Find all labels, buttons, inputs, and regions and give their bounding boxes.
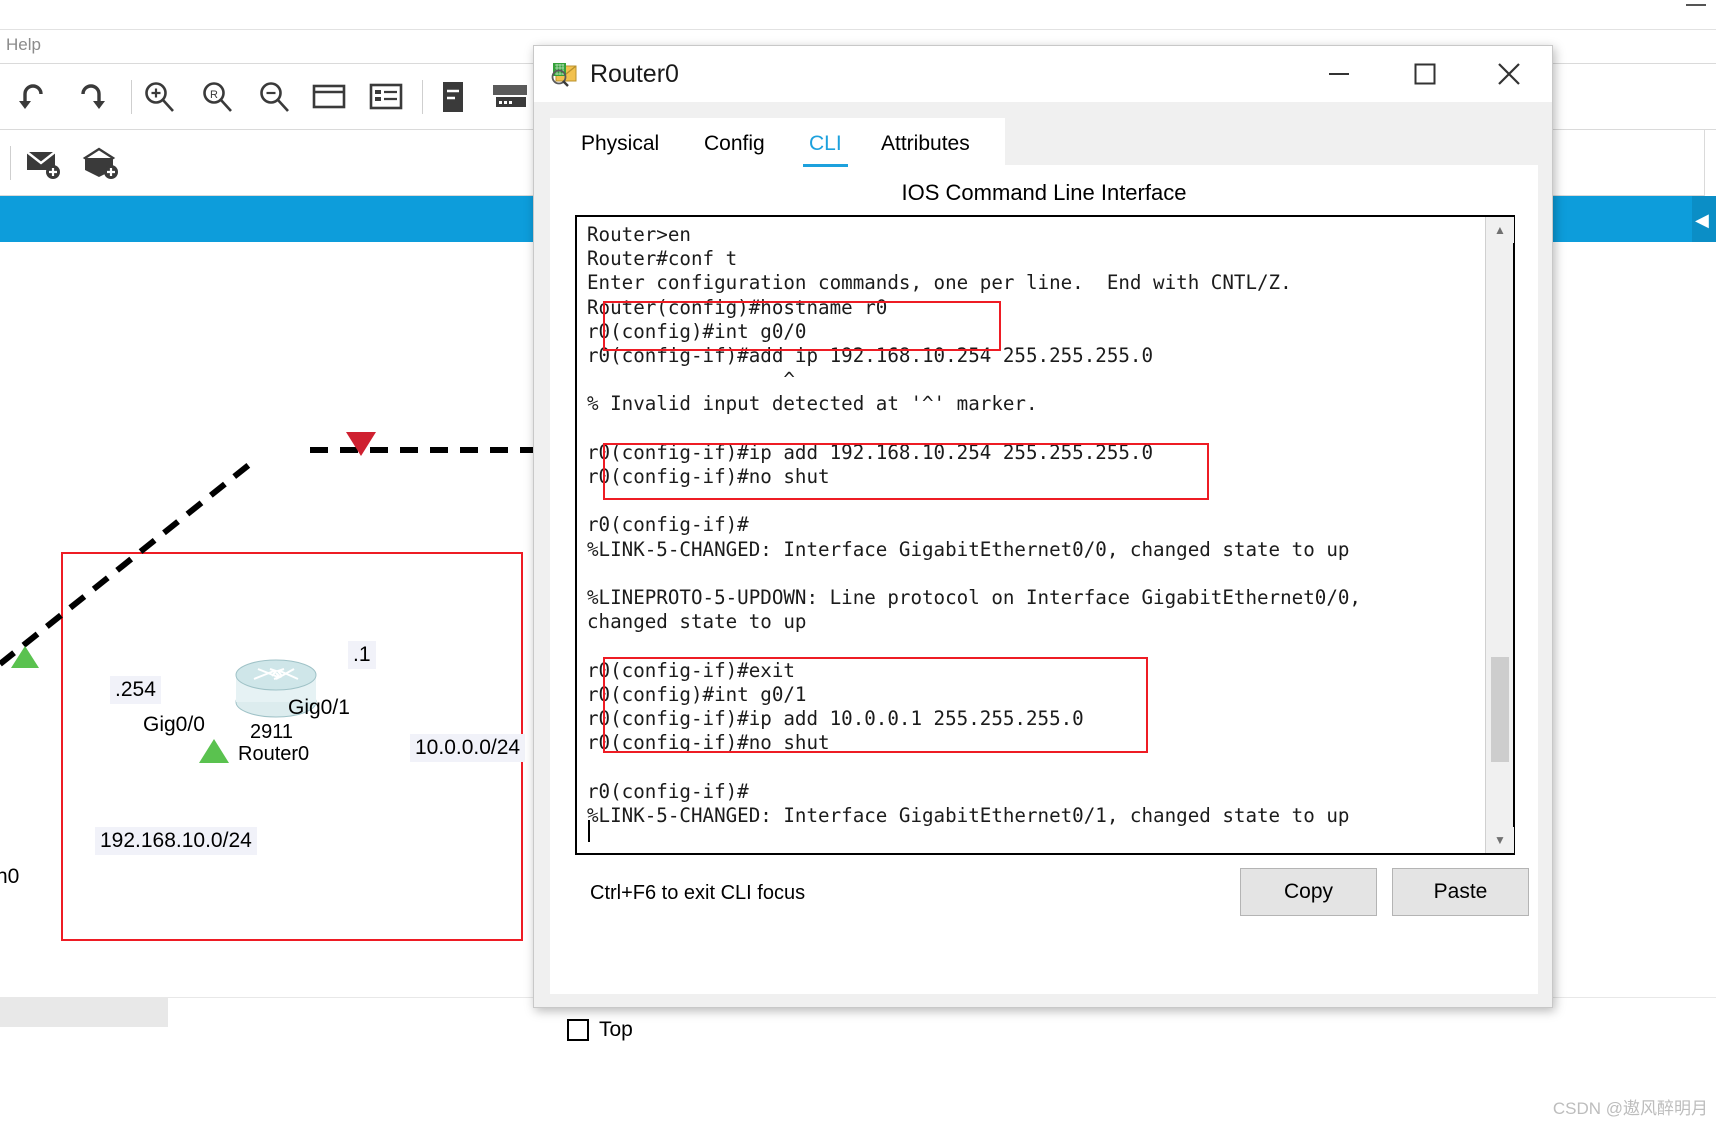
toolbar-divider-2 <box>422 80 423 114</box>
scrollbar-thumb[interactable] <box>1491 657 1509 762</box>
paste-button[interactable]: Paste <box>1392 868 1529 916</box>
dialog-body: Physical Config CLI Attributes IOS Comma… <box>550 118 1538 1041</box>
top-checkbox[interactable] <box>567 1019 589 1041</box>
dialog-title: Router0 <box>590 60 679 88</box>
label-right-interface: Gig0/1 <box>288 696 350 719</box>
maximize-icon[interactable] <box>1390 46 1460 102</box>
top-checkbox-label: Top <box>599 1018 633 1041</box>
top-checkbox-row[interactable]: Top <box>567 1018 633 1042</box>
cli-scrollbar[interactable]: ▲ ▼ <box>1485 217 1514 853</box>
app-right-edge <box>1704 130 1716 196</box>
tabstrip: Physical Config CLI Attributes <box>550 118 1005 167</box>
app-minimize-icon[interactable] <box>1686 4 1706 6</box>
chevron-left-icon[interactable]: ◀ <box>1695 210 1709 231</box>
link-status-down-wan-icon <box>346 432 376 456</box>
palette-list-icon[interactable] <box>365 76 407 118</box>
device-name-label: Router0 <box>238 743 310 765</box>
tab-config[interactable]: Config <box>698 130 771 158</box>
scroll-up-icon[interactable]: ▲ <box>1486 217 1514 243</box>
copy-button[interactable]: Copy <box>1240 868 1377 916</box>
toolbar2-divider <box>10 146 11 180</box>
label-left-interface: Gig0/0 <box>143 713 205 736</box>
add-simple-pdu-icon[interactable] <box>22 142 64 184</box>
tab-cli[interactable]: CLI <box>803 130 848 167</box>
label-right-ip-suffix: .1 <box>348 641 376 669</box>
label-left-network: 192.168.10.0/24 <box>95 827 257 855</box>
link-wan <box>310 447 550 453</box>
device-window-icon <box>550 59 580 89</box>
zoom-out-icon[interactable] <box>253 76 295 118</box>
add-complex-pdu-icon[interactable] <box>80 142 122 184</box>
svg-text:R: R <box>210 89 218 101</box>
menu-item-help[interactable]: Help <box>6 35 41 55</box>
link-status-up-offscreen-icon <box>11 646 39 668</box>
app-blue-banner-edge: ◀ <box>1692 196 1716 242</box>
cli-caret <box>588 820 590 842</box>
zoom-reset-icon[interactable]: R <box>196 76 238 118</box>
app-titlebar <box>0 0 1716 30</box>
tab-attributes[interactable]: Attributes <box>875 130 976 158</box>
watermark: CSDN @遨风醉明月 <box>1552 1099 1708 1118</box>
tab-physical[interactable]: Physical <box>575 130 665 158</box>
dialog-titlebar[interactable]: Router0 <box>534 46 1552 102</box>
close-icon[interactable] <box>1474 46 1544 102</box>
cli-terminal-output: Router>en Router#conf t Enter configurat… <box>587 223 1361 827</box>
scroll-down-icon[interactable]: ▼ <box>1486 827 1514 853</box>
router-config-dialog: Router0 Physical Config CLI Attributes I… <box>533 45 1553 1041</box>
cli-terminal[interactable]: Router>en Router#conf t Enter configurat… <box>575 215 1515 855</box>
app-statusbar <box>0 997 1716 1123</box>
device-model-label: 2911 <box>250 721 294 743</box>
label-right-network: 10.0.0.0/24 <box>410 734 526 762</box>
window-icon[interactable] <box>308 76 350 118</box>
redo-icon[interactable] <box>70 76 112 118</box>
link-status-up-lan-icon <box>199 739 229 763</box>
undo-icon[interactable] <box>12 76 54 118</box>
zoom-in-icon[interactable] <box>138 76 180 118</box>
notes-icon[interactable] <box>432 76 474 118</box>
label-left-ip-suffix: .254 <box>110 676 161 704</box>
app-status-chip <box>0 997 168 1027</box>
device-stack-icon[interactable] <box>490 76 532 118</box>
toolbar-divider <box>131 80 132 114</box>
app-status-strip <box>0 1027 168 1123</box>
minimize-icon[interactable] <box>1304 46 1374 102</box>
label-offscreen-interface: n0 <box>0 865 20 888</box>
cli-focus-hint: Ctrl+F6 to exit CLI focus <box>590 882 806 904</box>
cli-heading: IOS Command Line Interface <box>901 180 1187 205</box>
